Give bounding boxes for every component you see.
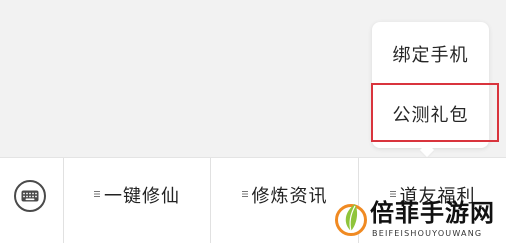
menu-tab-fellow-benefits[interactable]: 道友福利 — [359, 175, 506, 215]
menu-tab-cultivation-news[interactable]: 修炼资讯 — [211, 175, 358, 215]
menu-tab-one-click-cultivation[interactable]: 一键修仙 — [64, 175, 210, 215]
menu-icon — [389, 191, 396, 197]
bottom-menu-bar: 一键修仙 修炼资讯 道友福利 — [0, 157, 506, 243]
keyboard-icon — [21, 190, 39, 202]
menu-tab-label: 道友福利 — [399, 186, 476, 207]
highlight-box — [371, 83, 499, 142]
menu-tab-label: 修炼资讯 — [251, 186, 328, 207]
menu-tab-label: 一键修仙 — [104, 186, 180, 207]
menu-item-bind-phone[interactable]: 绑定手机 — [372, 24, 489, 84]
menu-item-label: 绑定手机 — [392, 45, 469, 66]
keyboard-toggle-button[interactable] — [14, 180, 46, 212]
menu-icon — [241, 191, 248, 197]
wechat-account-screen: 绑定手机 公测礼包 一键修仙 修炼资讯 道友福利 倍菲手游网 BEIFEISHO… — [0, 0, 506, 243]
menu-icon — [94, 191, 100, 197]
